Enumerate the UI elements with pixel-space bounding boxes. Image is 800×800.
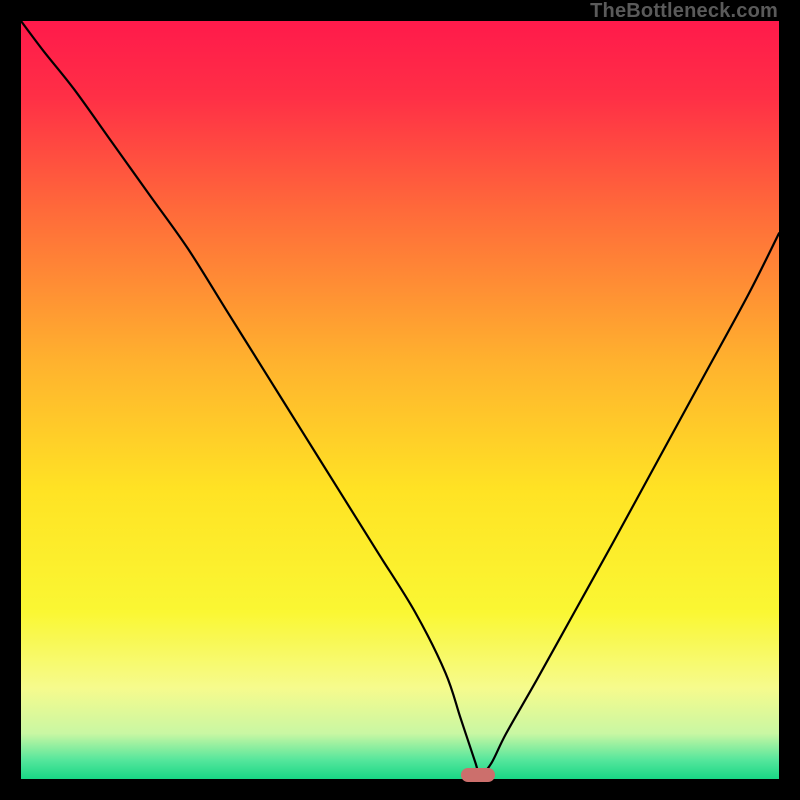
- watermark-text: TheBottleneck.com: [590, 0, 778, 23]
- minimum-marker: [461, 768, 495, 782]
- plot-area: [21, 21, 779, 779]
- chart-frame: TheBottleneck.com: [0, 0, 800, 800]
- bottleneck-curve: [21, 21, 779, 779]
